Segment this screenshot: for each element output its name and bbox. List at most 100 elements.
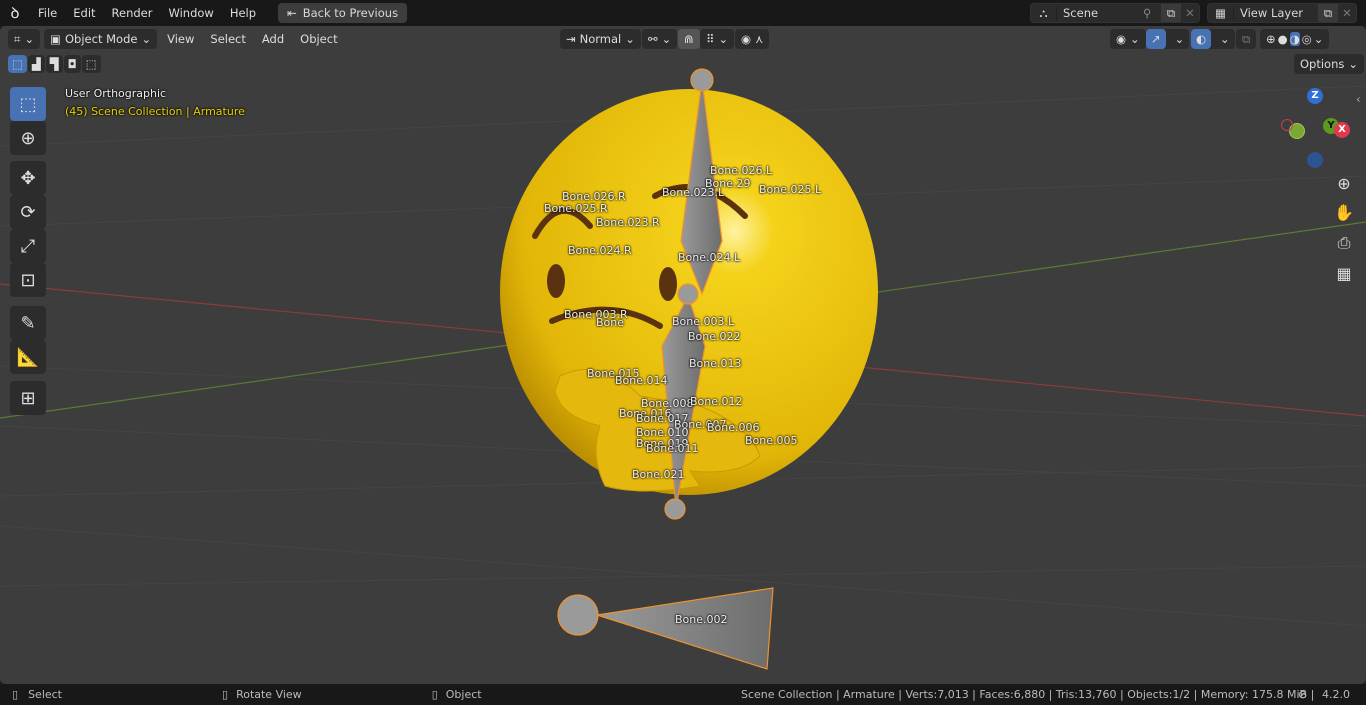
annotate-tool[interactable]: ✎ (10, 306, 46, 340)
scene-selector[interactable]: ⛬ Scene ⚲ ⧉ ✕ (1030, 3, 1200, 23)
collection-info: (45) Scene Collection | Armature (65, 105, 245, 118)
select-box-tool[interactable]: ⬚ (10, 87, 46, 121)
view-layer-selector[interactable]: ▦ View Layer ⧉ ✕ (1207, 3, 1357, 23)
pin-icon[interactable]: ⚲ (1143, 6, 1161, 20)
bone-label: Bone.003.L (672, 315, 735, 328)
proportional-edit[interactable]: ◉ ⋏ (735, 29, 770, 49)
new-view-layer-icon[interactable]: ⧉ (1318, 4, 1338, 22)
perspective-grid-icon[interactable]: ▦ (1331, 260, 1357, 286)
view-layer-icon: ▦ (1208, 6, 1234, 20)
eye-icon: ◉ (1116, 32, 1127, 46)
scale-tool[interactable]: ⤢ (10, 229, 46, 263)
options-dropdown[interactable]: Options ⌄ (1294, 54, 1365, 74)
view-name: User Orthographic (65, 87, 167, 100)
status-bar: ▯ Select ▯ Rotate View ▯ Object Scene Co… (0, 684, 1366, 705)
bone-label: Bone.011 (646, 442, 699, 455)
options-label: Options (1300, 57, 1345, 71)
scene-name[interactable]: Scene (1057, 6, 1143, 20)
orientation-label: Normal (579, 32, 622, 46)
pivot-icon: ⚯ (648, 32, 658, 46)
new-scene-icon[interactable]: ⧉ (1161, 4, 1181, 22)
3d-viewport[interactable]: ⌗ ⌄ ▣ Object Mode ⌄ View Select Add Object … (0, 26, 1366, 684)
add-cube-icon: ⊞ (20, 387, 36, 409)
x-axis-icon[interactable]: X (1334, 122, 1350, 138)
object-mode-icon: ▣ (50, 32, 61, 46)
solid-icon[interactable]: ● (1278, 32, 1288, 46)
editor-type-icon: ⌗ (14, 31, 21, 46)
menu-help[interactable]: Help (222, 6, 264, 20)
mode-dropdown[interactable]: ▣ Object Mode ⌄ (44, 29, 158, 49)
back-to-previous-button[interactable]: ⇤ Back to Previous (278, 3, 408, 23)
measure-tool[interactable]: 📐 (10, 340, 46, 374)
snap-toggle[interactable]: ⋒ (678, 29, 700, 49)
snap-target-dropdown[interactable]: ⠿ ⌄ (700, 29, 735, 49)
move-tool[interactable]: ✥ (10, 161, 46, 195)
status-rotate: Rotate View (236, 688, 302, 701)
close-icon[interactable]: ✕ (1338, 6, 1356, 20)
selection-mode-buttons: ⬚ ▟ ▜ ◘ ⬚ (8, 55, 101, 73)
menu-add[interactable]: Add (256, 32, 290, 46)
rotate-icon: ⟳ (20, 201, 36, 223)
editor-type-button[interactable]: ⌗ ⌄ (8, 29, 41, 49)
falloff-icon: ⋏ (755, 32, 764, 46)
bone-label: Bone.022 (688, 330, 741, 343)
material-preview-icon[interactable]: ◑ (1289, 32, 1300, 46)
menu-edit[interactable]: Edit (65, 6, 103, 20)
bone-label: Bone.025.R (544, 202, 608, 215)
menu-window[interactable]: Window (160, 6, 221, 20)
neg-x-axis-icon[interactable] (1281, 119, 1293, 131)
rotate-tool[interactable]: ⟳ (10, 195, 46, 229)
scene-statistics: Scene Collection | Armature | Verts:7,01… (741, 688, 1315, 701)
overlay-toggle[interactable]: ◐ ⌄ (1191, 29, 1235, 49)
select-intersect-icon[interactable]: ⬚ (81, 55, 101, 73)
select-extend-icon[interactable]: ▟ (27, 55, 45, 73)
zoom-icon[interactable]: ⊕ (1331, 170, 1357, 196)
gizmo-toggle[interactable]: ↗ ⌄ (1146, 29, 1190, 49)
xray-toggle[interactable]: ⧉ (1236, 29, 1257, 49)
scene-icon: ⛬ (1031, 5, 1057, 21)
visibility-dropdown[interactable]: ◉ ⌄ (1110, 29, 1146, 49)
pan-hand-icon[interactable]: ✋ (1331, 199, 1357, 225)
camera-icon[interactable]: ⎙ (1331, 230, 1357, 256)
neg-z-axis-icon[interactable] (1307, 152, 1323, 168)
select-new-icon[interactable]: ⬚ (8, 55, 27, 73)
blender-logo-icon[interactable]: ꝺ (0, 3, 30, 23)
sidebar-toggle-icon[interactable]: ‹ (1356, 92, 1361, 106)
select-invert-icon[interactable]: ◘ (63, 55, 81, 73)
transform-icon: ⊡ (20, 269, 36, 291)
menu-file[interactable]: File (30, 6, 65, 20)
proportional-icon: ◉ (741, 32, 752, 46)
gizmo-icon: ↗ (1146, 29, 1166, 49)
close-icon[interactable]: ✕ (1181, 6, 1199, 20)
bone-label: Bone.013 (689, 357, 742, 370)
menu-select[interactable]: Select (204, 32, 251, 46)
mode-label: Object Mode (65, 32, 138, 46)
viewport-header: ⌗ ⌄ ▣ Object Mode ⌄ View Select Add Object … (0, 26, 1366, 52)
menu-object[interactable]: Object (294, 32, 343, 46)
wireframe-icon[interactable]: ⊕ (1266, 32, 1276, 46)
rendered-icon[interactable]: ◎ (1302, 32, 1312, 46)
transform-tool[interactable]: ⊡ (10, 263, 46, 297)
menu-render[interactable]: Render (104, 6, 161, 20)
add-cube-tool[interactable]: ⊞ (10, 381, 46, 415)
bone-label: Bone.024.L (678, 251, 741, 264)
z-axis-icon[interactable]: Z (1307, 88, 1323, 104)
viewport-scene (0, 68, 1366, 670)
view-layer-name[interactable]: View Layer (1234, 6, 1318, 20)
bone-label: Bone.014 (615, 374, 668, 387)
bone-label: Bone.006 (707, 421, 760, 434)
xray-icon: ⧉ (1242, 31, 1251, 46)
transform-orientation-dropdown[interactable]: ⇥ Normal ⌄ (560, 29, 641, 49)
bone-label: Bone.023.R (596, 216, 660, 229)
menu-view[interactable]: View (161, 32, 200, 46)
cursor-tool[interactable]: ⊕ (10, 121, 46, 155)
bone-label: Bone.021 (632, 468, 685, 481)
bone-label: Bone.024.R (568, 244, 632, 257)
network-off-icon: ⊘ (1298, 688, 1308, 701)
pivot-dropdown[interactable]: ⚯ ⌄ (642, 29, 678, 49)
back-icon: ⇤ (287, 6, 297, 20)
overlay-icon: ◐ (1191, 29, 1212, 49)
bone-label: Bone.002 (675, 613, 728, 626)
select-subtract-icon[interactable]: ▜ (45, 55, 63, 73)
shading-modes[interactable]: ⊕ ● ◑ ◎ ⌄ (1260, 29, 1330, 49)
